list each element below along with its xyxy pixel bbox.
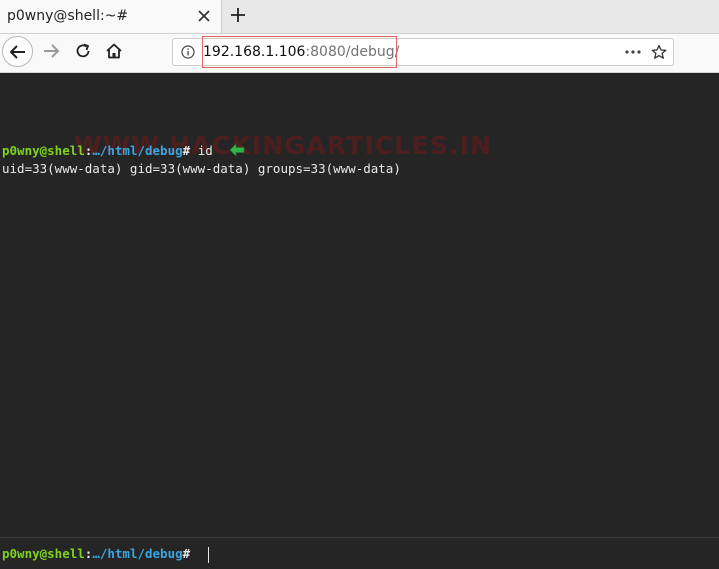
tab-active[interactable]: p0wny@shell:~# <box>0 0 222 33</box>
forward-button[interactable] <box>40 40 62 62</box>
navigation-bar: 192.168.1.106:8080/debug/ <box>0 34 719 73</box>
more-actions-icon[interactable] <box>624 46 642 58</box>
prompt-user: p0wny@shell <box>2 143 85 158</box>
bookmark-star-icon[interactable] <box>651 44 667 60</box>
text-cursor <box>208 547 209 563</box>
input-prompt-user: p0wny@shell <box>2 546 85 561</box>
url-text[interactable]: 192.168.1.106:8080/debug/ <box>203 44 399 60</box>
back-arrow-icon <box>9 44 25 59</box>
home-button[interactable] <box>103 40 125 62</box>
url-host: 192.168.1.106 <box>203 44 306 60</box>
tab-strip: p0wny@shell:~# <box>0 0 719 34</box>
url-bar[interactable]: 192.168.1.106:8080/debug/ <box>172 38 674 66</box>
terminal: WWW.HACKINGARTICLES.IN p0wny@shell:…/htm… <box>0 73 719 569</box>
command-text: id <box>190 143 213 158</box>
forward-arrow-icon <box>44 44 59 58</box>
info-icon[interactable] <box>181 45 195 59</box>
home-icon <box>106 43 122 59</box>
new-tab-icon[interactable] <box>229 6 247 24</box>
command-output: uid=33(www-data) gid=33(www-data) groups… <box>2 161 401 176</box>
command-input[interactable]: p0wny@shell:…/html/debug# <box>0 538 719 569</box>
close-icon[interactable] <box>196 8 212 24</box>
back-button[interactable] <box>2 36 33 67</box>
arrow-left-icon <box>229 143 245 157</box>
input-prompt-path: …/html/debug <box>92 546 183 561</box>
input-prompt: p0wny@shell:…/html/debug# <box>2 546 190 561</box>
reload-button[interactable] <box>72 40 94 62</box>
reload-icon <box>76 43 90 58</box>
url-port-path: :8080/debug/ <box>305 44 400 60</box>
tab-title: p0wny@shell:~# <box>7 8 129 24</box>
prompt-path: …/html/debug <box>92 143 183 158</box>
input-prompt-hash: # <box>182 546 191 561</box>
history-line: p0wny@shell:…/html/debug# id <box>2 143 213 158</box>
